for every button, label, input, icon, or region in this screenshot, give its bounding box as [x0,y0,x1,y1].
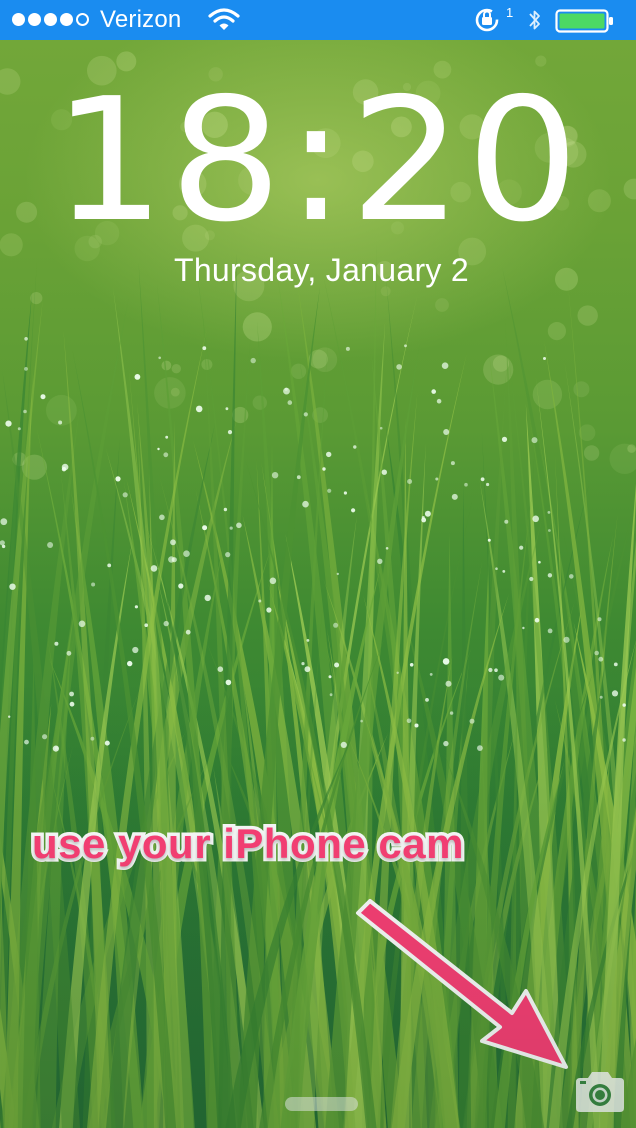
battery-icon [555,9,613,33]
home-grabber[interactable] [285,1097,358,1111]
camera-icon[interactable] [572,1070,628,1116]
lock-screen: Verizon 1 18:20 Thursday, January 2 use … [0,0,636,1128]
wifi-icon [208,8,240,30]
status-bar: Verizon 1 [0,0,636,40]
bluetooth-icon [529,10,540,30]
lock-clock: 18:20 [52,62,584,260]
signal-strength-icon [12,13,89,26]
carrier-name: Verizon [100,6,182,33]
annotation-arrow-icon [356,899,568,1069]
rotation-lock-icon [475,8,499,32]
annotation-text: use your iPhone cam [29,817,467,871]
rotation-lock-count: 1 [506,5,514,20]
lock-date: Thursday, January 2 [173,252,470,288]
